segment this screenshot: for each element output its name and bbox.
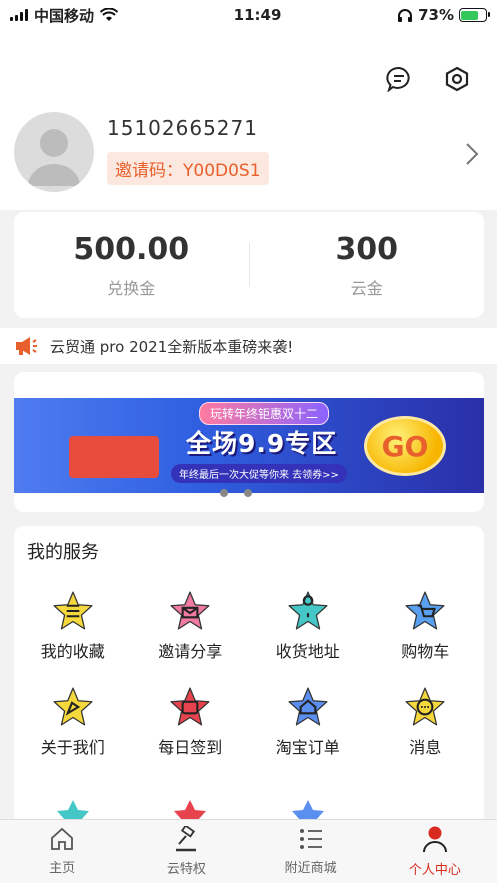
settings-button[interactable]	[443, 65, 471, 93]
balance-label: 兑换金	[107, 278, 156, 298]
service-address[interactable]: 收货地址	[249, 590, 367, 662]
profile-header: 15102665271 邀请码：Y00D0S1	[0, 30, 497, 210]
carousel-dot[interactable]	[244, 489, 252, 497]
promo-banner[interactable]: 玩转年终钜惠双十二 全场9.9专区 年终最后一次大促等你来 去领券>> GO	[14, 398, 484, 493]
banner-headline: 全场9.9专区	[186, 429, 338, 458]
clock: 11:49	[233, 6, 282, 24]
banner-tagline: 玩转年终钜惠双十二	[199, 402, 330, 425]
service-label: 购物车	[401, 642, 450, 661]
service-label: 我的收藏	[40, 642, 105, 661]
tab-bar: 主页 云特权 附近商城 个人中心	[0, 819, 497, 883]
balance-cloud[interactable]: 300 云金	[250, 232, 485, 299]
address-icon	[288, 591, 328, 630]
battery-icon	[458, 8, 490, 22]
checkin-icon	[170, 687, 210, 726]
cart-icon	[405, 591, 445, 630]
carrier-label: 中国移动	[34, 6, 95, 25]
phone-number: 15102665271	[107, 116, 258, 140]
balance-label: 云金	[350, 278, 383, 298]
carousel-indicator	[220, 489, 252, 497]
megaphone-icon	[16, 337, 37, 355]
balance-exchange[interactable]: 500.00 兑换金	[14, 232, 249, 299]
balance-value: 300	[335, 231, 399, 267]
tab-label: 云特权	[166, 862, 206, 877]
banner-carousel[interactable]: 玩转年终钜惠双十二 全场9.9专区 年终最后一次大促等你来 去领券>> GO	[14, 372, 484, 512]
service-label: 消息	[409, 738, 442, 757]
favorites-icon	[53, 591, 93, 630]
headphones-icon	[398, 9, 413, 22]
balance-value: 500.00	[73, 231, 190, 267]
service-checkin[interactable]: 每日签到	[132, 686, 250, 758]
announcement-bar[interactable]: 云贸通 pro 2021全新版本重磅来袭!	[0, 328, 497, 364]
partial-service-row	[14, 796, 484, 820]
tab-home[interactable]: 主页	[0, 820, 124, 883]
gavel-icon	[176, 826, 197, 852]
service-orders[interactable]: 淘宝订单	[249, 686, 367, 758]
carousel-dot[interactable]	[220, 489, 228, 497]
service-label: 邀请分享	[158, 642, 223, 661]
service-label: 关于我们	[40, 738, 105, 757]
go-button[interactable]: GO	[364, 416, 446, 476]
tab-privilege[interactable]: 云特权	[124, 820, 248, 883]
service-label: 淘宝订单	[275, 738, 340, 757]
section-title: 我的服务	[27, 542, 99, 563]
status-bar: 中国移动 11:49 73%	[0, 0, 497, 30]
signal-icon	[10, 9, 28, 21]
settings-hexagon-icon	[445, 66, 469, 92]
gift-box-illustration	[69, 436, 159, 478]
tab-nearby-mall[interactable]: 附近商城	[249, 820, 373, 883]
home-icon	[51, 827, 74, 850]
profile-icon	[422, 826, 447, 853]
invite-code[interactable]: 邀请码：Y00D0S1	[107, 152, 269, 185]
announcement-text: 云贸通 pro 2021全新版本重磅来袭!	[50, 337, 294, 356]
message-icon	[405, 687, 445, 726]
chat-bubble-icon	[386, 67, 410, 92]
list-icon	[299, 829, 322, 849]
about-icon	[53, 687, 93, 726]
message-button[interactable]	[385, 65, 413, 93]
tab-label: 个人中心	[408, 863, 461, 878]
service-label: 每日签到	[158, 738, 223, 757]
tab-label: 附近商城	[284, 861, 337, 876]
wifi-icon	[100, 8, 119, 21]
avatar[interactable]	[14, 112, 94, 192]
battery-percent: 73%	[418, 6, 454, 24]
chevron-right-icon[interactable]	[465, 142, 479, 166]
service-message[interactable]: 消息	[367, 686, 485, 758]
service-cart[interactable]: 购物车	[367, 590, 485, 662]
share-icon	[170, 591, 210, 630]
orders-icon	[288, 687, 328, 726]
service-label: 收货地址	[275, 642, 340, 661]
balance-card: 500.00 兑换金 300 云金	[14, 212, 484, 318]
services-section: 我的服务 我的收藏 邀请分享 收货地址 购物车关于我们 每日签到 淘宝订单 消息	[14, 526, 484, 826]
tab-profile[interactable]: 个人中心	[373, 820, 497, 883]
tab-label: 主页	[49, 861, 76, 876]
service-favorites[interactable]: 我的收藏	[14, 590, 132, 662]
service-about[interactable]: 关于我们	[14, 686, 132, 758]
default-avatar-icon	[28, 129, 80, 186]
service-share[interactable]: 邀请分享	[132, 590, 250, 662]
banner-subtext: 年终最后一次大促等你来 去领券>>	[171, 464, 347, 483]
